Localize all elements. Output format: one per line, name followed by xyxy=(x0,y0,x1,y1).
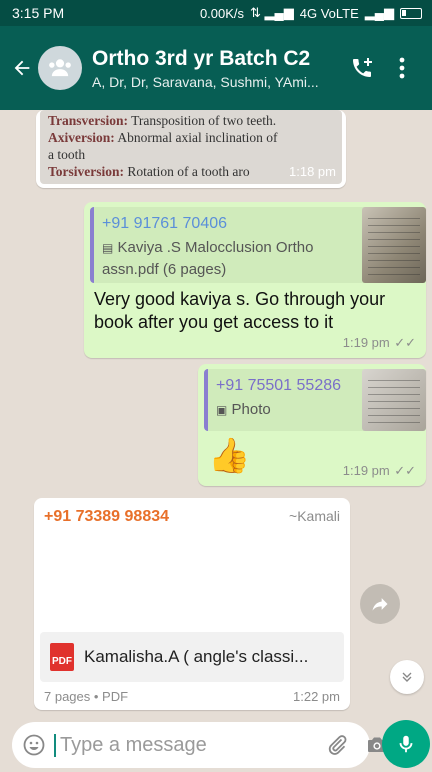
battery-icon xyxy=(400,7,422,19)
quoted-document[interactable]: +91 91761 70406 ▤ Kaviya .S Malocclusion… xyxy=(90,207,426,283)
sender-phone: +91 73389 98834 xyxy=(44,508,170,525)
double-tick-icon: ✓✓ xyxy=(394,463,416,478)
group-avatar[interactable] xyxy=(38,46,82,90)
document-preview xyxy=(40,534,344,630)
double-chevron-down-icon xyxy=(402,672,412,682)
add-call-icon[interactable] xyxy=(342,48,382,88)
status-indicators: 0.00K/s ⇅ ▂▄▆ 4G VoLTE ▂▄▆ xyxy=(200,5,422,21)
quote-thumbnail xyxy=(362,369,426,431)
emoji-icon[interactable] xyxy=(22,733,46,757)
message-time: 1:18 pm xyxy=(289,164,336,179)
signal-icon-2: ▂▄▆ xyxy=(364,5,394,20)
chat-title-block[interactable]: Ortho 3rd yr Batch C2 A, Dr, Dr, Saravan… xyxy=(92,47,342,90)
image-line: Axiversion: Abnormal axial inclination o… xyxy=(48,130,278,145)
quoted-photo[interactable]: +91 75501 55286 ▣ Photo xyxy=(204,369,426,431)
status-time: 3:15 PM xyxy=(12,5,65,21)
photo-icon: ▣ xyxy=(216,403,228,417)
quote-text: ▤ Kaviya .S Malocclusion Ortho xyxy=(102,239,314,256)
quote-text: ▣ Photo xyxy=(216,401,271,418)
forward-button[interactable] xyxy=(360,584,400,624)
attach-icon[interactable] xyxy=(325,733,349,757)
quote-thumbnail xyxy=(362,207,426,283)
reply-message-2[interactable]: +91 75501 55286 ▣ Photo 👍 1:19 pm ✓✓ xyxy=(198,364,426,486)
document-file-row[interactable]: PDF Kamalisha.A ( angle's classi... xyxy=(40,632,344,682)
message-time: 1:22 pm xyxy=(293,689,340,704)
image-line: Transversion: Transposition of two teeth… xyxy=(48,113,277,128)
signal-icon: ⇅ ▂▄▆ xyxy=(250,5,294,20)
chat-header: Ortho 3rd yr Batch C2 A, Dr, Dr, Saravan… xyxy=(0,26,432,110)
voice-message-button[interactable] xyxy=(382,720,430,768)
quote-sender: +91 75501 55286 xyxy=(216,377,342,394)
sender-name: ~Kamali xyxy=(289,508,340,524)
message-time: 1:19 pm xyxy=(342,463,390,478)
message-text: Very good kaviya s. Go through your book… xyxy=(94,289,386,332)
reply-message-1[interactable]: +91 91761 70406 ▤ Kaviya .S Malocclusion… xyxy=(84,202,426,358)
document-meta: 7 pages • PDF xyxy=(44,689,129,704)
network-speed: 0.00K/s xyxy=(199,5,245,21)
document-message[interactable]: +91 73389 98834 ~Kamali PDF Kamalisha.A … xyxy=(34,498,350,710)
image-content: Transversion: Transposition of two teeth… xyxy=(40,110,342,184)
double-tick-icon: ✓✓ xyxy=(394,335,416,350)
forward-icon xyxy=(372,598,388,611)
chat-members: A, Dr, Dr, Saravana, Sushmi, YAmi... xyxy=(92,73,319,90)
more-options-icon[interactable] xyxy=(382,48,422,88)
thumbs-up-emoji: 👍 xyxy=(208,437,251,475)
scroll-down-button[interactable] xyxy=(390,660,424,694)
message-meta: 1:19 pm ✓✓ xyxy=(343,334,416,352)
document-icon: ▤ xyxy=(102,241,114,255)
document-file-name: Kamalisha.A ( angle's classi... xyxy=(84,647,309,666)
message-input[interactable] xyxy=(54,733,325,757)
status-bar: 3:15 PM 0.00K/s ⇅ ▂▄▆ 4G VoLTE ▂▄▆ xyxy=(0,0,432,26)
group-icon xyxy=(49,59,71,77)
pdf-icon: PDF xyxy=(50,643,74,671)
back-arrow-icon[interactable] xyxy=(6,48,38,88)
message-composer xyxy=(12,722,386,768)
signal-label: 4G VoLTE xyxy=(299,5,359,21)
image-line: a tooth xyxy=(48,147,86,162)
quote-text-2: assn.pdf (6 pages) xyxy=(102,261,227,278)
quote-sender: +91 91761 70406 xyxy=(102,215,228,232)
image-message[interactable]: Transversion: Transposition of two teeth… xyxy=(36,110,346,188)
message-time: 1:19 pm xyxy=(342,335,390,350)
message-meta: 1:19 pm ✓✓ xyxy=(343,462,416,480)
microphone-icon xyxy=(399,735,413,753)
chat-title: Ortho 3rd yr Batch C2 xyxy=(92,46,311,70)
